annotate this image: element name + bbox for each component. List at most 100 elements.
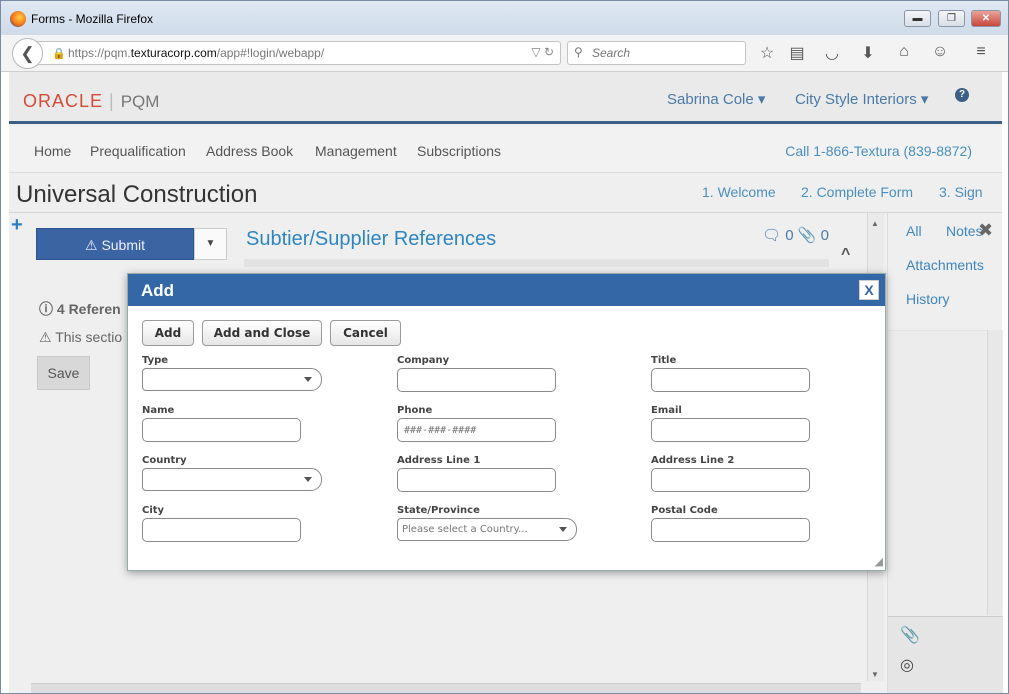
progress-track <box>244 259 829 267</box>
company-menu[interactable]: City Style Interiors ▾ <box>795 90 928 108</box>
phone-label: Phone <box>397 405 433 416</box>
window-title: Forms - Mozilla Firefox <box>31 12 154 26</box>
hamburger-menu-icon[interactable]: ≡ <box>971 43 991 61</box>
user-menu[interactable]: Sabrina Cole ▾ <box>667 90 765 108</box>
page-title: Universal Construction <box>16 181 258 208</box>
maximize-button[interactable]: ❐ <box>938 10 965 27</box>
panel-footer: 📎 ◎ <box>888 616 1003 693</box>
step-welcome[interactable]: 1. Welcome <box>702 184 776 200</box>
info-icon: ⓘ <box>39 301 53 317</box>
city-field[interactable] <box>142 518 301 542</box>
nav-subscriptions[interactable]: Subscriptions <box>417 143 501 159</box>
email-label: Email <box>651 405 682 416</box>
hide-visibility-icon[interactable]: ◎ <box>900 655 914 675</box>
tab-all[interactable]: All <box>906 223 922 239</box>
close-panel-icon[interactable]: ✖ <box>978 220 993 241</box>
back-button[interactable]: ❮ <box>12 38 43 69</box>
url-bar[interactable]: 🔒 https://pqm.texturacorp.com/app#!login… <box>37 41 561 65</box>
submit-button[interactable]: ⚠ Submit <box>36 228 194 260</box>
help-icon[interactable]: ? <box>955 88 969 102</box>
search-input[interactable] <box>592 45 740 61</box>
type-label: Type <box>142 355 169 366</box>
submit-dropdown-button[interactable]: ▼ <box>194 228 227 260</box>
comment-attachment-counts[interactable]: 🗨 0 📎 0 <box>762 226 829 244</box>
step-sign[interactable]: 3. Sign <box>939 184 983 200</box>
close-window-button[interactable]: ✕ <box>971 10 1001 27</box>
minimize-button[interactable]: ▬ <box>904 10 931 27</box>
country-label: Country <box>142 455 187 466</box>
dialog-title: Add <box>141 281 175 300</box>
nav-management[interactable]: Management <box>315 143 397 159</box>
paperclip-icon: 📎 <box>797 227 817 244</box>
nav-home[interactable]: Home <box>34 143 71 159</box>
nav-prequalification[interactable]: Prequalification <box>90 143 186 159</box>
dialog-header: Add X <box>128 274 885 306</box>
country-select[interactable] <box>142 468 322 491</box>
collapse-chevron-icon[interactable]: ^ <box>841 246 850 264</box>
reload-icon[interactable]: ▽ ↻ <box>531 45 554 59</box>
city-label: City <box>142 505 165 516</box>
lock-icon: 🔒 <box>52 48 66 60</box>
state-province-label: State/Province <box>397 505 480 516</box>
nav-address-book[interactable]: Address Book <box>206 143 293 159</box>
resize-handle-icon[interactable]: ◢ <box>875 555 883 568</box>
home-icon[interactable]: ⌂ <box>894 43 914 61</box>
company-label: Company <box>397 355 450 366</box>
firefox-logo-icon <box>10 11 26 27</box>
browser-toolbar: 🔒 https://pqm.texturacorp.com/app#!login… <box>1 35 1008 72</box>
add-button[interactable]: Add <box>142 320 194 346</box>
add-dialog: Add X Add Add and Close Cancel Type Comp… <box>127 273 886 571</box>
search-icon: ⚲ <box>574 45 583 59</box>
bookmark-star-icon[interactable]: ☆ <box>757 43 777 63</box>
support-phone: Call 1-866-Textura (839-8872) <box>785 143 972 159</box>
references-note: ⓘ 4 Referen <box>39 301 121 317</box>
scroll-down-icon[interactable]: ▼ <box>871 670 879 679</box>
panel-scrollbar[interactable] <box>987 330 1002 615</box>
chevron-down-icon <box>304 377 312 382</box>
postal-code-label: Postal Code <box>651 505 718 516</box>
download-icon[interactable]: ⬇ <box>858 43 878 63</box>
email-field[interactable] <box>651 418 810 442</box>
step-complete-form[interactable]: 2. Complete Form <box>801 184 913 200</box>
state-province-select[interactable]: Please select a Country... <box>397 518 577 541</box>
name-field[interactable] <box>142 418 301 442</box>
main-nav: Home Prequalification Address Book Manag… <box>9 127 1002 173</box>
chevron-down-icon <box>304 477 312 482</box>
browser-window: Forms - Mozilla Firefox ▬ ❐ ✕ 🔒 https://… <box>0 0 1009 694</box>
cancel-button[interactable]: Cancel <box>330 320 401 346</box>
tab-history[interactable]: History <box>906 291 950 307</box>
search-box[interactable]: ⚲ <box>567 41 746 65</box>
url-text[interactable]: https://pqm.texturacorp.com/app#!login/w… <box>68 46 324 60</box>
section-note: ⚠ This sectio <box>39 329 123 345</box>
expand-plus-icon[interactable]: + <box>11 214 23 237</box>
right-panel: All Notes ✖ Attachments History 📎 ◎ <box>887 213 1003 693</box>
window-titlebar: Forms - Mozilla Firefox ▬ ❐ ✕ <box>1 1 1008 35</box>
company-field[interactable] <box>397 368 556 392</box>
smiley-icon[interactable]: ☺ <box>930 43 950 61</box>
pocket-icon[interactable]: ◡ <box>822 43 842 63</box>
app-header: ORACLE | PQM Sabrina Cole ▾ City Style Int… <box>9 72 1002 124</box>
dialog-close-button[interactable]: X <box>859 280 879 300</box>
address-line-2-label: Address Line 2 <box>651 455 735 466</box>
phone-field[interactable] <box>397 418 556 442</box>
title-field[interactable] <box>651 368 810 392</box>
warning-icon: ⚠ <box>39 329 52 345</box>
attach-icon[interactable]: 📎 <box>900 625 920 645</box>
tab-attachments[interactable]: Attachments <box>906 257 984 273</box>
address-line-2-field[interactable] <box>651 468 810 492</box>
name-label: Name <box>142 405 175 416</box>
next-section-strip <box>31 683 861 693</box>
panel-body <box>888 330 1003 620</box>
save-button[interactable]: Save <box>37 356 90 390</box>
type-select[interactable] <box>142 368 322 391</box>
oracle-logo: ORACLE | PQM <box>23 91 160 111</box>
scroll-up-icon[interactable]: ▲ <box>871 219 879 228</box>
comment-icon: 🗨 <box>762 227 782 244</box>
address-line-1-label: Address Line 1 <box>397 455 481 466</box>
section-title: Subtier/Supplier References <box>246 228 497 250</box>
postal-code-field[interactable] <box>651 518 810 542</box>
add-and-close-button[interactable]: Add and Close <box>202 320 322 346</box>
title-label: Title <box>651 355 677 366</box>
address-line-1-field[interactable] <box>397 468 556 492</box>
reading-list-icon[interactable]: ▤ <box>787 43 807 63</box>
